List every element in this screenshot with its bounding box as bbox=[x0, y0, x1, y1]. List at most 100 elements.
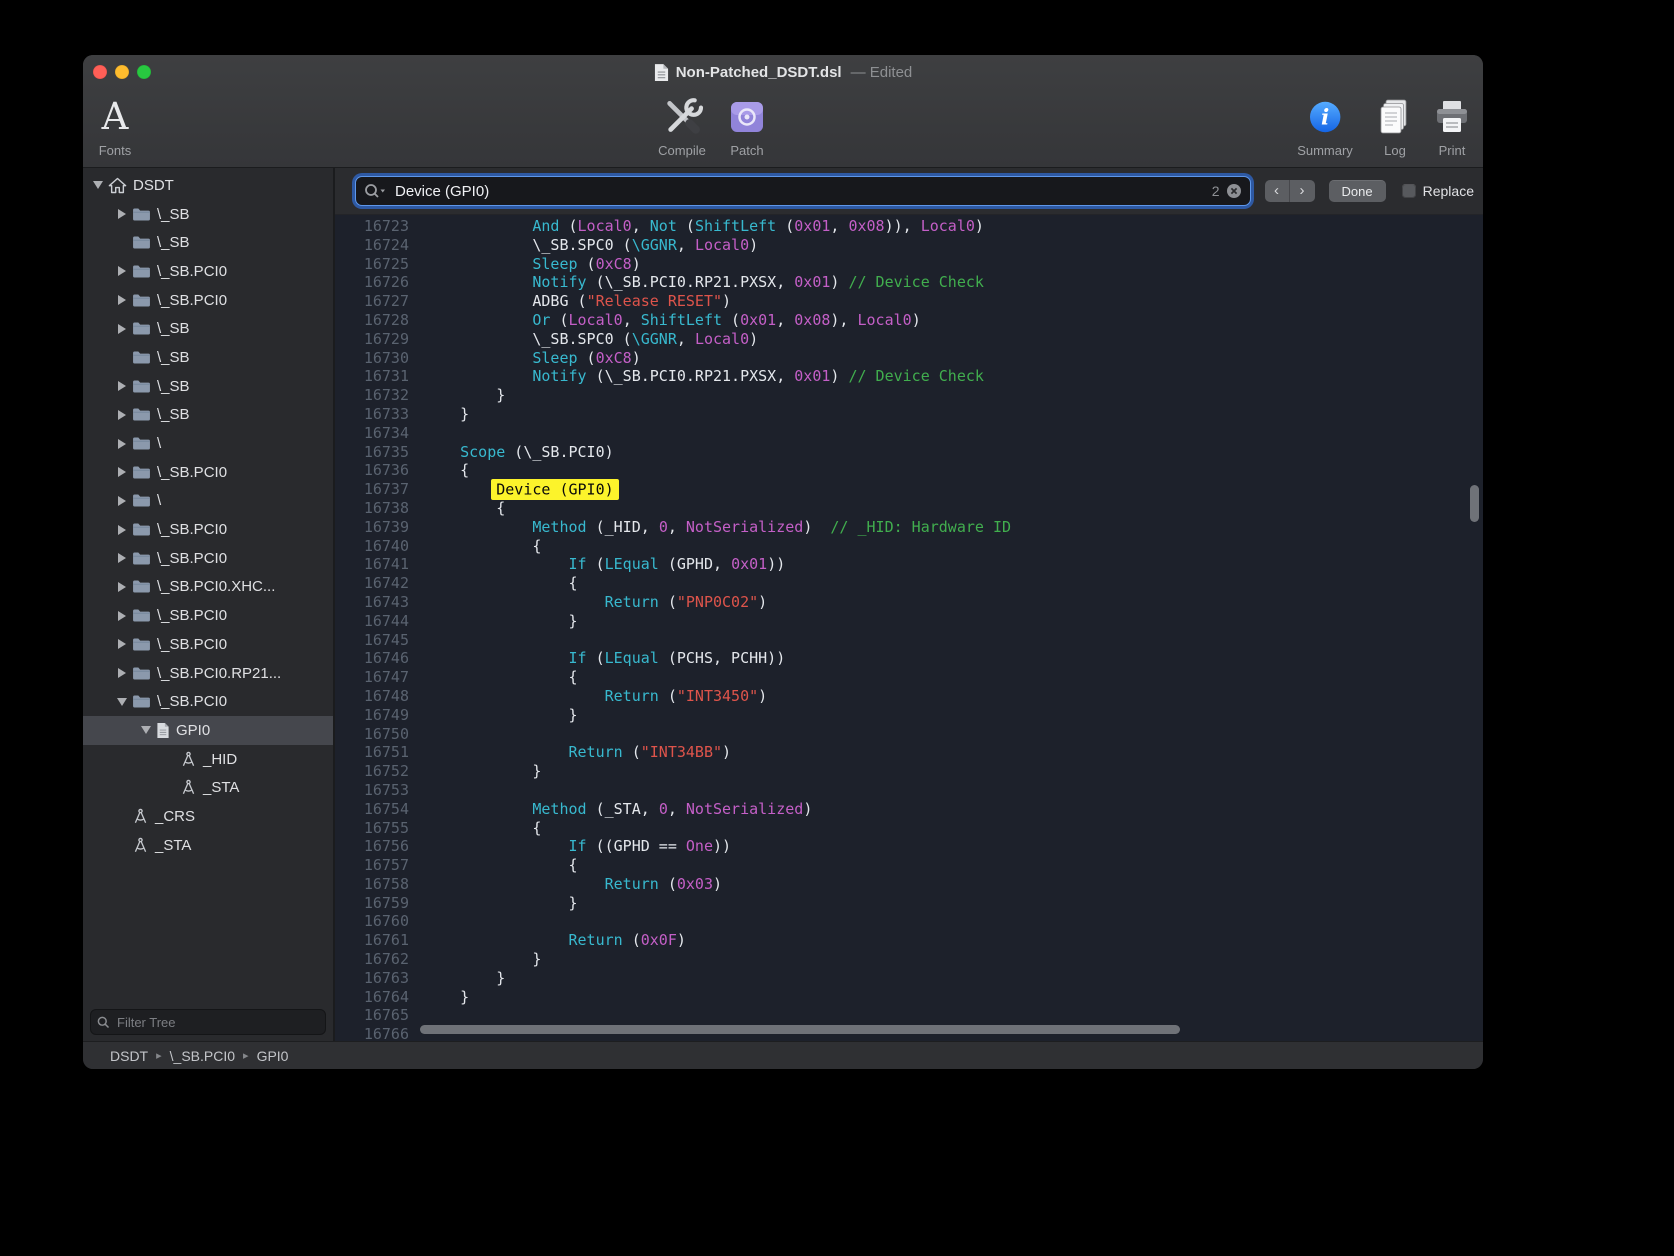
tree-item-hid[interactable]: _HID bbox=[83, 745, 333, 774]
tree-item-crs[interactable]: _CRS bbox=[83, 802, 333, 831]
zoom-window-button[interactable] bbox=[137, 65, 151, 79]
summary-button[interactable]: i Summary bbox=[1297, 94, 1353, 158]
tree-item-sb[interactable]: \_SB bbox=[83, 401, 333, 430]
tree-item-root-scope[interactable]: \ bbox=[83, 487, 333, 516]
find-next-button[interactable]: › bbox=[1290, 180, 1315, 202]
search-input[interactable] bbox=[393, 182, 1206, 201]
disclosure-down-icon[interactable] bbox=[114, 694, 130, 710]
vertical-scrollbar-thumb[interactable] bbox=[1470, 485, 1479, 522]
done-button[interactable]: Done bbox=[1329, 180, 1386, 202]
tree-item-label: \_SB.PCI0 bbox=[157, 521, 227, 538]
print-button[interactable]: Print bbox=[1432, 94, 1472, 158]
disclosure-right-icon[interactable] bbox=[114, 407, 130, 423]
code-token: , bbox=[668, 518, 686, 536]
code-editor[interactable]: 16723 And (Local0, Not (ShiftLeft (0x01,… bbox=[335, 215, 1483, 1041]
disclosure-right-icon[interactable] bbox=[114, 493, 130, 509]
tree-item-gpi0[interactable]: GPI0 bbox=[83, 716, 333, 745]
disclosure-right-icon[interactable] bbox=[114, 464, 130, 480]
code-token: ((GPHD == bbox=[587, 837, 686, 855]
code-line: 16744 } bbox=[335, 612, 1483, 631]
tree-item-sb[interactable]: \_SB bbox=[83, 314, 333, 343]
code-text: } bbox=[413, 706, 578, 725]
tree-item-sbpci0rp21[interactable]: \_SB.PCI0.RP21... bbox=[83, 659, 333, 688]
code-token: )), bbox=[885, 217, 921, 235]
disclosure-right-icon[interactable] bbox=[114, 321, 130, 337]
search-field[interactable]: 2 bbox=[355, 176, 1251, 206]
tree-item-sb[interactable]: \_SB bbox=[83, 200, 333, 229]
tree-item-sta[interactable]: _STA bbox=[83, 773, 333, 802]
line-number: 16739 bbox=[335, 518, 413, 537]
tree-item-sbpci0[interactable]: \_SB.PCI0 bbox=[83, 458, 333, 487]
code-line: 16726 Notify (\_SB.PCI0.RP21.PXSX, 0x01)… bbox=[335, 273, 1483, 292]
code-text: Device (GPI0) bbox=[413, 480, 614, 499]
replace-checkbox[interactable] bbox=[1402, 184, 1416, 198]
line-number: 16736 bbox=[335, 461, 413, 480]
tree-item-sbpci0[interactable]: \_SB.PCI0 bbox=[83, 257, 333, 286]
disclosure-right-icon[interactable] bbox=[114, 522, 130, 538]
code-token: ), bbox=[830, 311, 857, 329]
disclosure-right-icon[interactable] bbox=[114, 579, 130, 595]
find-previous-button[interactable]: ‹ bbox=[1265, 180, 1290, 202]
folder-icon bbox=[132, 522, 151, 537]
code-line: 16755 { bbox=[335, 819, 1483, 838]
filter-field[interactable] bbox=[90, 1009, 326, 1035]
breadcrumb-device[interactable]: GPI0 bbox=[257, 1048, 289, 1064]
code-token: ) bbox=[632, 255, 641, 273]
tree-item-sbpci0[interactable]: \_SB.PCI0 bbox=[83, 630, 333, 659]
tree-item-sb[interactable]: \_SB bbox=[83, 228, 333, 257]
minimize-window-button[interactable] bbox=[115, 65, 129, 79]
document-proxy-icon[interactable] bbox=[654, 63, 669, 82]
code-token: ADBG ( bbox=[424, 292, 587, 310]
tree-item-root-scope[interactable]: \ bbox=[83, 429, 333, 458]
tree-item-sta[interactable]: _STA bbox=[83, 831, 333, 860]
tree-item-sbpci0[interactable]: \_SB.PCI0 bbox=[83, 544, 333, 573]
disclosure-right-icon[interactable] bbox=[114, 292, 130, 308]
folder-icon bbox=[132, 579, 151, 594]
code-token: \_SB.SPC0 ( bbox=[424, 330, 632, 348]
close-window-button[interactable] bbox=[93, 65, 107, 79]
log-button[interactable]: Log bbox=[1375, 94, 1415, 158]
tree-item-sb[interactable]: \_SB bbox=[83, 343, 333, 372]
search-icon[interactable] bbox=[364, 183, 387, 199]
code-token: , bbox=[830, 217, 848, 235]
tree-item-sb[interactable]: \_SB bbox=[83, 372, 333, 401]
horizontal-scrollbar-thumb[interactable] bbox=[420, 1025, 1180, 1034]
tree-item-dsdt[interactable]: DSDT bbox=[83, 171, 333, 200]
code-token: Local0 bbox=[921, 217, 975, 235]
tree-item-sbpci0xhc[interactable]: \_SB.PCI0.XHC... bbox=[83, 573, 333, 602]
breadcrumb-root[interactable]: DSDT bbox=[110, 1048, 148, 1064]
breadcrumb-scope[interactable]: \_SB.PCI0 bbox=[170, 1048, 235, 1064]
tree-item-sbpci0[interactable]: \_SB.PCI0 bbox=[83, 687, 333, 716]
disclosure-right-icon[interactable] bbox=[114, 550, 130, 566]
disclosure-right-icon[interactable] bbox=[114, 263, 130, 279]
disclosure-right-icon[interactable] bbox=[114, 608, 130, 624]
tree-item-sbpci0[interactable]: \_SB.PCI0 bbox=[83, 286, 333, 315]
code-token: { bbox=[424, 461, 469, 479]
compile-button[interactable]: Compile bbox=[658, 94, 706, 158]
disclosure-right-icon[interactable] bbox=[114, 378, 130, 394]
patch-button[interactable]: Patch bbox=[727, 94, 767, 158]
filter-tree-input[interactable] bbox=[115, 1014, 319, 1031]
tree-item-label: \_SB.PCI0 bbox=[157, 550, 227, 567]
fonts-button[interactable]: A Fonts bbox=[99, 94, 132, 158]
tree-item-sbpci0[interactable]: \_SB.PCI0 bbox=[83, 601, 333, 630]
code-text: } bbox=[413, 969, 505, 988]
code-line: 16745 bbox=[335, 631, 1483, 650]
tree-item-sbpci0[interactable]: \_SB.PCI0 bbox=[83, 515, 333, 544]
code-text: } bbox=[413, 894, 578, 913]
code-text bbox=[413, 631, 424, 650]
disclosure-down-icon[interactable] bbox=[90, 177, 106, 193]
fonts-icon: A bbox=[102, 94, 129, 140]
line-number: 16756 bbox=[335, 837, 413, 856]
disclosure-right-icon[interactable] bbox=[114, 206, 130, 222]
code-line: 16753 bbox=[335, 781, 1483, 800]
code-token: (\_SB.PCI0.RP21.PXSX, bbox=[587, 273, 795, 291]
disclosure-right-icon[interactable] bbox=[114, 436, 130, 452]
code-line: 16762 } bbox=[335, 950, 1483, 969]
disclosure-right-icon[interactable] bbox=[114, 665, 130, 681]
clear-search-icon[interactable] bbox=[1226, 183, 1242, 199]
code-token: Method bbox=[532, 518, 586, 536]
disclosure-right-icon[interactable] bbox=[114, 636, 130, 652]
disclosure-down-icon[interactable] bbox=[138, 722, 154, 738]
code-text: Sleep (0xC8) bbox=[413, 349, 641, 368]
